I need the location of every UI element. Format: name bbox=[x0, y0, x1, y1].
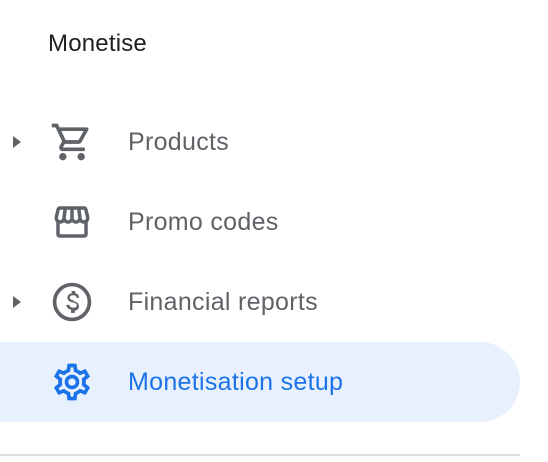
nav-item-label: Promo codes bbox=[128, 207, 279, 236]
section-title: Monetise bbox=[48, 30, 147, 57]
gear-icon bbox=[48, 358, 96, 406]
nav-item-financial-reports[interactable]: Financial reports bbox=[0, 262, 520, 342]
monetise-nav-section: Monetise Products Promo codes Financial … bbox=[0, 0, 548, 462]
shopping-cart-icon bbox=[48, 118, 96, 166]
nav-item-products[interactable]: Products bbox=[0, 102, 520, 182]
nav-item-label: Financial reports bbox=[128, 287, 318, 316]
storefront-icon bbox=[48, 198, 96, 246]
expand-arrow-icon[interactable] bbox=[10, 292, 24, 312]
nav-item-promo-codes[interactable]: Promo codes bbox=[0, 182, 520, 262]
nav-item-label: Monetisation setup bbox=[128, 367, 344, 396]
section-divider bbox=[0, 454, 520, 456]
dollar-circle-icon bbox=[48, 278, 96, 326]
expand-arrow-icon[interactable] bbox=[10, 132, 24, 152]
nav-item-label: Products bbox=[128, 127, 230, 156]
nav-item-monetisation-setup[interactable]: Monetisation setup bbox=[0, 342, 520, 422]
